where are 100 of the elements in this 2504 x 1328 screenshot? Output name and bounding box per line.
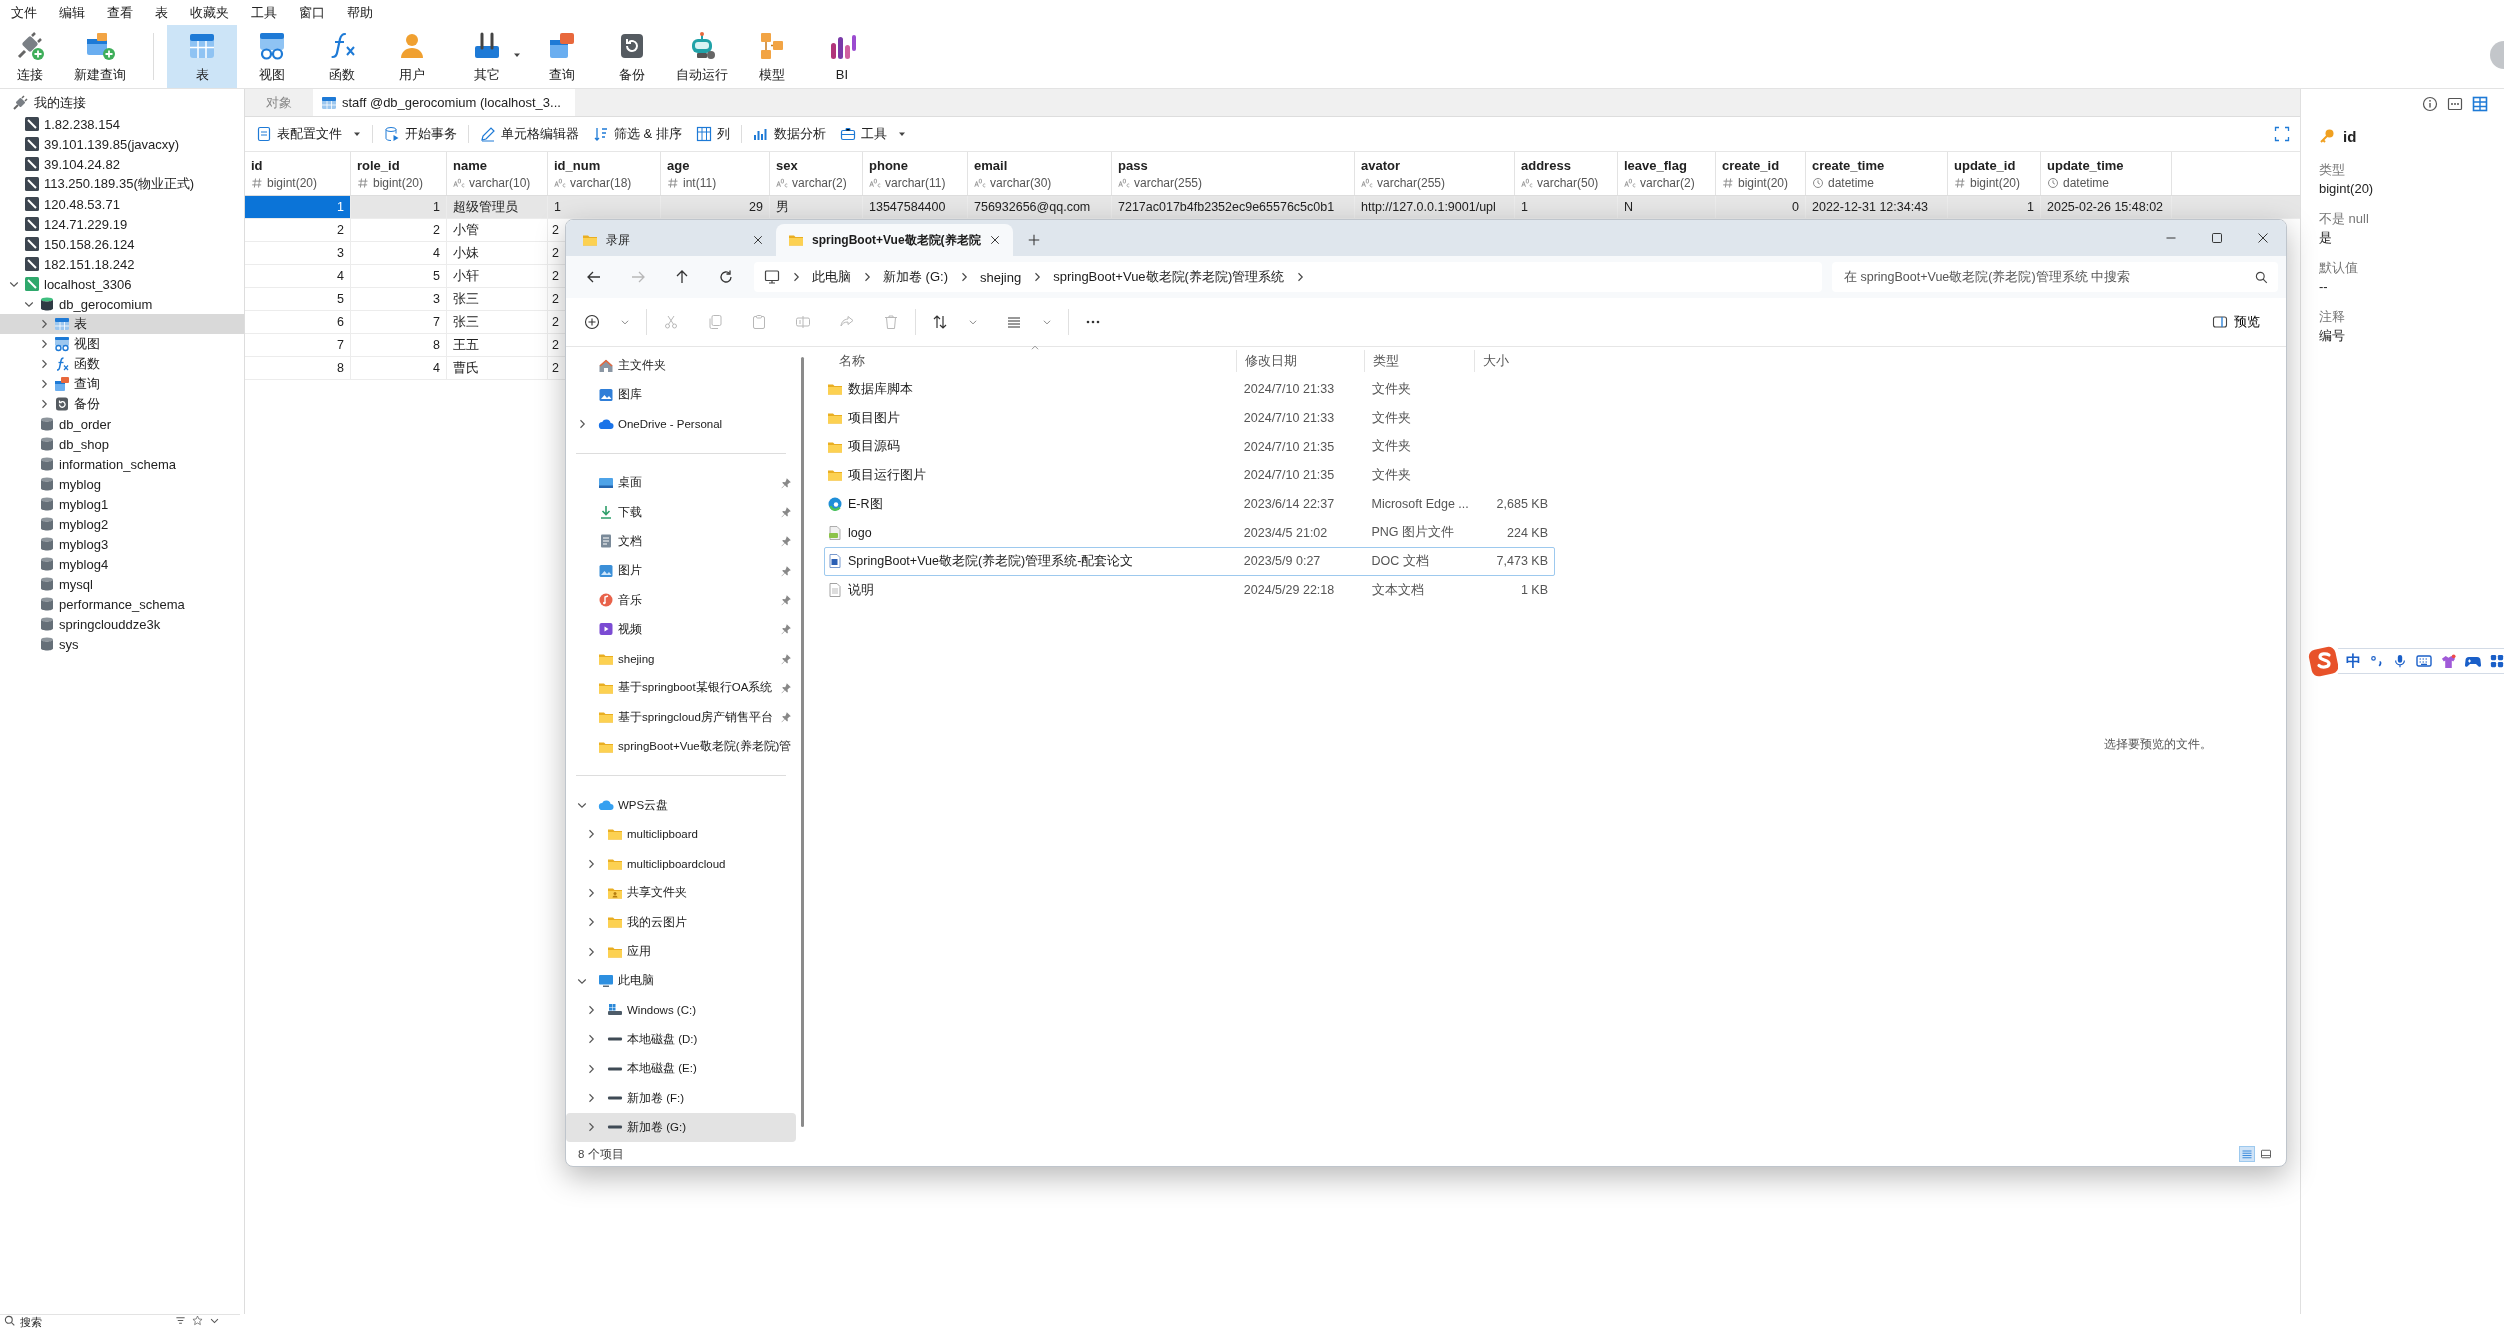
nav-item[interactable]: 我的云图片 (566, 907, 796, 937)
toolbar-button[interactable]: 连接 (0, 25, 60, 88)
column-name[interactable]: update_time (2047, 157, 2124, 173)
tree-item[interactable]: myblog (0, 474, 244, 494)
file-row[interactable]: 项目运行图片 2024/7/10 21:35 文件夹 (824, 461, 1555, 490)
info-icon[interactable] (2422, 96, 2438, 112)
explorer-tab[interactable]: 录屏 (570, 224, 776, 256)
nav-item[interactable]: 视频 (566, 614, 796, 644)
column-name[interactable]: email (974, 157, 1008, 173)
column-header[interactable]: 大小 (1474, 350, 1555, 372)
file-row[interactable]: logo 2023/4/5 21:02 PNG 图片文件 224 KB (824, 518, 1555, 548)
column-name[interactable]: pass (1118, 157, 1148, 173)
file-row[interactable]: E-R图 2023/6/14 22:37 Microsoft Edge ... 2,685 KB (824, 489, 1555, 519)
tree-item[interactable]: 查询 (0, 374, 244, 394)
address-bar[interactable]: 此电脑 新加卷 (G:) shejing springBoot+Vue敬老院(养老院)管理系统 (754, 262, 1822, 292)
search-label[interactable]: 搜索 (20, 1315, 42, 1328)
preview-button[interactable]: 预览 (2206, 312, 2266, 332)
column-name[interactable]: address (1521, 157, 1571, 173)
tree-item[interactable]: sys (0, 634, 244, 654)
breadcrumb-item[interactable]: 新加卷 (G:) (883, 268, 948, 286)
column-name[interactable]: role_id (357, 157, 400, 173)
column-name[interactable]: avator (1361, 157, 1401, 173)
gamepad-icon[interactable] (2465, 654, 2481, 668)
breadcrumb-item[interactable]: springBoot+Vue敬老院(养老院)管理系统 (1053, 268, 1285, 286)
menu-item[interactable]: 窗口 (288, 3, 336, 22)
nav-item[interactable]: shejing (566, 643, 796, 674)
tree-item[interactable]: myblog2 (0, 514, 244, 534)
tree-item[interactable]: 视图 (0, 334, 244, 354)
punctuation-icon[interactable] (2370, 654, 2384, 668)
tree-item[interactable]: myblog3 (0, 534, 244, 554)
column-name[interactable]: create_time (1812, 157, 1885, 173)
search-icon[interactable] (4, 1315, 15, 1326)
toolbar-button[interactable]: 模型 (737, 25, 807, 88)
nav-item[interactable]: 新加卷 (F:) (566, 1083, 796, 1113)
tree-item[interactable]: db_order (0, 414, 244, 434)
tree-item[interactable]: 39.104.24.82 (0, 154, 244, 174)
toolbar-button[interactable]: 备份 (597, 25, 667, 88)
tree-item[interactable]: information_schema (0, 454, 244, 474)
menu-item[interactable]: 表 (144, 3, 179, 22)
tree-item[interactable]: mysql (0, 574, 244, 594)
caret-icon[interactable] (513, 51, 521, 59)
nav-item[interactable]: 下载 (566, 497, 796, 527)
nav-item[interactable]: 基于springboot某银行OA系统 (566, 673, 796, 703)
toolbar-button[interactable]: 表 (167, 25, 237, 88)
column-header[interactable]: 类型 (1364, 350, 1474, 372)
search-button[interactable] (2244, 262, 2278, 292)
microphone-icon[interactable] (2393, 654, 2407, 668)
toolbar-button[interactable]: 开始事务 (377, 121, 464, 147)
tree-item[interactable]: 124.71.229.19 (0, 214, 244, 234)
column-name[interactable]: leave_flag (1624, 157, 1687, 173)
code-box-icon[interactable] (2447, 96, 2463, 112)
toolbar-button[interactable]: BI (807, 25, 877, 88)
toolbar-button[interactable]: 其它 (447, 25, 527, 88)
nav-item[interactable]: 图库 (566, 380, 796, 410)
tab[interactable]: staff @db_gerocomium (localhost_3... (313, 89, 575, 116)
menu-item[interactable]: 帮助 (336, 3, 384, 22)
nav-item[interactable]: 主文件夹 (566, 351, 796, 381)
nav-item[interactable]: 本地磁盘 (E:) (566, 1054, 796, 1084)
star-icon[interactable] (192, 1315, 203, 1326)
file-row[interactable]: 项目图片 2024/7/10 21:33 文件夹 (824, 403, 1555, 433)
nav-item[interactable]: 应用 (566, 936, 796, 967)
apps-icon[interactable] (2490, 654, 2504, 668)
nav-item[interactable]: springBoot+Vue敬老院(养老院)管 (566, 731, 796, 762)
column-header[interactable]: 名称 (824, 350, 1236, 372)
toolbar-button[interactable]: 工具 (832, 121, 913, 147)
nav-item[interactable]: 本地磁盘 (D:) (566, 1024, 796, 1055)
details-view-icon[interactable] (2239, 1146, 2255, 1162)
toolbar-button[interactable]: 新建查询 (60, 25, 140, 88)
close-icon[interactable] (2257, 232, 2269, 244)
column-name[interactable]: sex (776, 157, 798, 173)
nav-item[interactable]: 基于springcloud房产销售平台 (566, 702, 796, 732)
toolbar-button[interactable]: 数据分析 (745, 121, 833, 147)
toolbar-button[interactable]: 函数 (307, 25, 377, 88)
menu-item[interactable]: 工具 (240, 3, 288, 22)
table-row[interactable]: 2 2 小管 2 (245, 219, 566, 242)
column-name[interactable]: age (667, 157, 690, 173)
tree-item[interactable]: db_gerocomium (0, 294, 244, 314)
tree-item[interactable]: 39.101.139.85(javacxy) (0, 134, 244, 154)
tree-item[interactable]: myblog4 (0, 554, 244, 574)
tree-item[interactable]: myblog1 (0, 494, 244, 514)
breadcrumb-item[interactable]: 此电脑 (812, 268, 851, 286)
file-row[interactable]: 项目源码 2024/7/10 21:35 文件夹 (824, 432, 1555, 462)
toolbar-button[interactable]: 用户 (377, 25, 447, 88)
plus-icon[interactable] (1026, 233, 1041, 247)
column-name[interactable]: create_id (1722, 157, 1780, 173)
column-name[interactable]: update_id (1954, 157, 2016, 173)
tree-item[interactable]: 120.48.53.71 (0, 194, 244, 214)
column-name[interactable]: name (453, 157, 487, 173)
toolbar-button[interactable]: 列 (688, 121, 737, 147)
tree-item[interactable]: db_shop (0, 434, 244, 454)
toolbar-button[interactable]: 查询 (527, 25, 597, 88)
tree-item[interactable]: 113.250.189.35(物业正式) (0, 174, 244, 194)
nav-item[interactable]: multiclipboard (566, 819, 796, 850)
nav-item[interactable]: 此电脑 (566, 966, 796, 996)
tree-item[interactable]: 1.82.238.154 (0, 114, 244, 134)
nav-item[interactable]: Windows (C:) (566, 995, 796, 1025)
tree-item[interactable]: 182.151.18.242 (0, 254, 244, 274)
table-row[interactable]: 1 1 超级管理员 1 29 男 13547584400 756932656@qq.com 7217ac017b4fb2352ec9e65576c5c0b1 http://127.0.0.1:9001/upl 1 N 0 2022-12-31 12:34:43 1 2025-02-26 15:48:02 (245, 196, 2300, 219)
nav-item[interactable]: 共享文件夹 (566, 878, 796, 908)
menu-item[interactable]: 文件 (0, 3, 48, 22)
